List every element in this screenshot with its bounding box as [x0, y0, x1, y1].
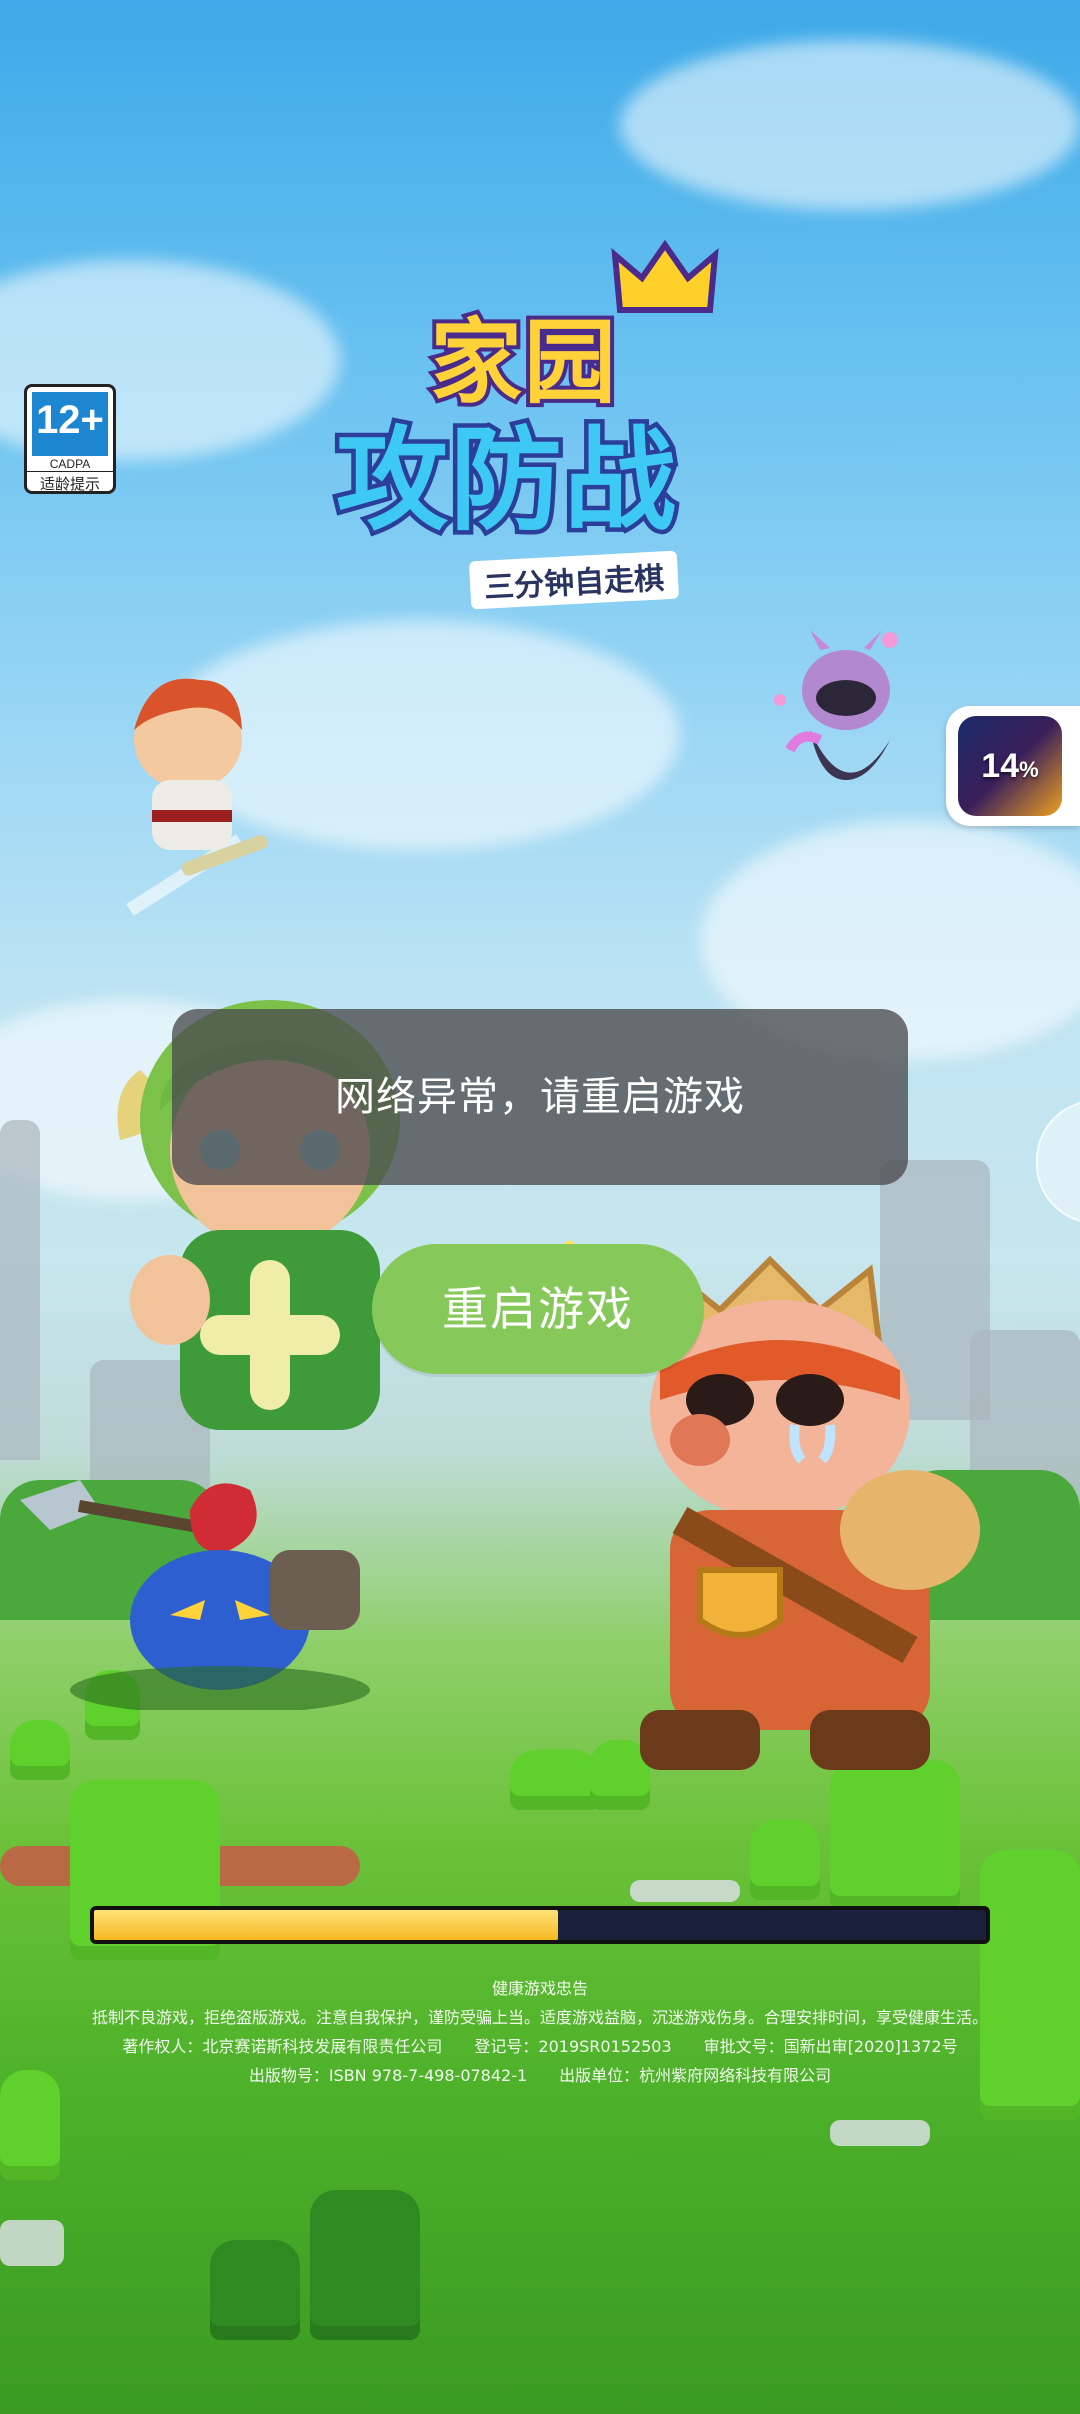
toast-message: 网络异常，请重启游戏 — [335, 1074, 745, 1120]
stone — [830, 2120, 930, 2146]
cloud — [620, 40, 1080, 210]
age-rating-badge: 12+ CADPA 适龄提示 — [24, 384, 116, 494]
notice-line-2: 著作权人：北京赛诺斯科技发展有限责任公司 登记号：2019SR0152503 审… — [122, 2037, 958, 2056]
purple-imp-character — [774, 630, 898, 780]
logo-title-line2: 攻防战 — [332, 412, 681, 551]
hiding-goblin-character — [20, 1480, 370, 1710]
grass-block — [10, 1720, 70, 1780]
network-error-toast: 网络异常，请重启游戏 — [172, 1009, 908, 1185]
download-percent: 14% — [981, 747, 1039, 785]
grass-block — [210, 2240, 300, 2340]
download-progress-chip[interactable]: 14% — [946, 706, 1080, 826]
notice-line-1: 抵制不良游戏，拒绝盗版游戏。注意自我保护，谨防受骗上当。适度游戏益脑，沉迷游戏伤… — [91, 2008, 988, 2027]
restart-game-button[interactable]: 重启游戏 — [372, 1244, 704, 1374]
notice-line-3: 出版物号：ISBN 978-7-498-07842-1 出版单位：杭州紫府网络科… — [248, 2066, 832, 2085]
notice-title: 健康游戏忠告 — [491, 1979, 588, 1998]
grass-block — [750, 1820, 820, 1900]
flying-hero-character — [126, 678, 268, 916]
loading-progress-bar — [90, 1906, 990, 1944]
stone — [0, 2220, 64, 2266]
grass-block — [310, 2190, 420, 2340]
age-rating: 12+ — [32, 392, 108, 456]
age-rating-tip: 适龄提示 — [27, 471, 113, 494]
health-game-notice: 健康游戏忠告 抵制不良游戏，拒绝盗版游戏。注意自我保护，谨防受骗上当。适度游戏益… — [0, 1974, 1080, 2090]
stone — [630, 1880, 740, 1902]
background-building — [0, 1120, 40, 1460]
game-logo: 家园 攻防战 三分钟自走棋 — [320, 240, 780, 610]
age-rating-org: CADPA — [49, 457, 91, 471]
loading-progress-fill — [94, 1910, 558, 1940]
crown-icon — [611, 240, 719, 313]
